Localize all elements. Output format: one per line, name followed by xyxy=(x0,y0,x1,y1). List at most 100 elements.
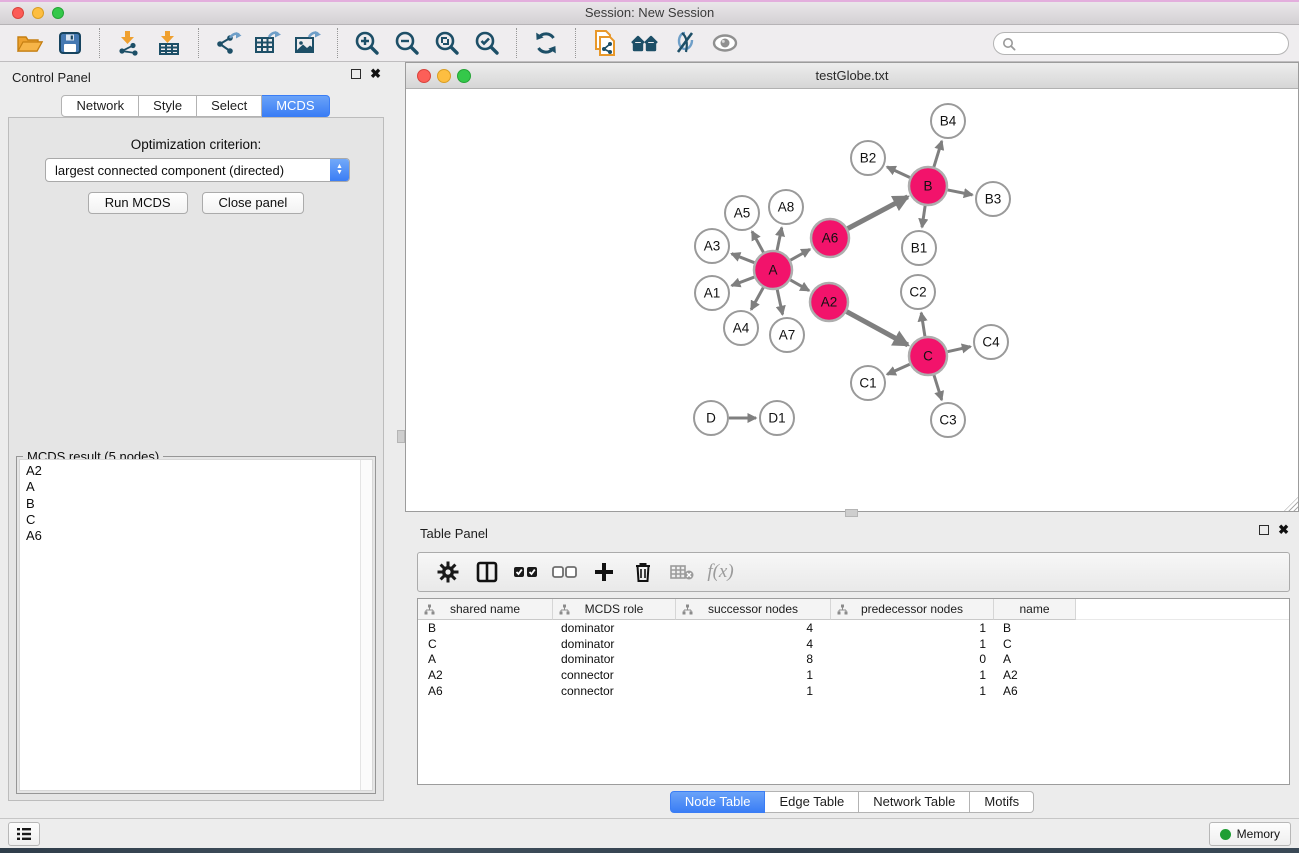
graph-edge-C-C3[interactable] xyxy=(934,375,942,400)
export-network-icon[interactable] xyxy=(208,27,248,59)
table-panel-title: Table Panel xyxy=(420,526,488,541)
refresh-icon[interactable] xyxy=(526,27,566,59)
table-cell: connector xyxy=(553,668,676,682)
column-header-predecessor-nodes[interactable]: predecessor nodes xyxy=(831,599,994,620)
float-panel-icon[interactable] xyxy=(351,69,361,79)
table-body: Bdominator41BCdominator41CAdominator80AA… xyxy=(418,620,1289,699)
network-canvas[interactable]: B4B2BB3A5A8A6A3B1AA1C2A2A4A7C4CC1C3DD1 xyxy=(406,89,1298,511)
graph-edge-C-C2[interactable] xyxy=(921,313,925,336)
eye-icon[interactable] xyxy=(705,27,745,59)
graph-edge-B-B1[interactable] xyxy=(922,206,925,227)
zoom-in-icon[interactable] xyxy=(347,27,387,59)
chevron-up-down-icon: ▲▼ xyxy=(330,159,349,181)
function-builder-icon[interactable]: f(x) xyxy=(701,555,740,589)
table-cell: dominator xyxy=(553,621,676,635)
tab-network[interactable]: Network xyxy=(61,95,139,117)
network-graph[interactable]: B4B2BB3A5A8A6A3B1AA1C2A2A4A7C4CC1C3DD1 xyxy=(406,89,1298,511)
graph-edge-C-C4[interactable] xyxy=(948,347,971,352)
graph-node-label: B2 xyxy=(860,151,877,166)
export-image-icon[interactable] xyxy=(288,27,328,59)
add-column-icon[interactable] xyxy=(584,555,623,589)
deselect-all-icon[interactable] xyxy=(545,555,584,589)
mcds-result-item[interactable]: C xyxy=(20,512,372,528)
zoom-selected-icon[interactable] xyxy=(467,27,507,59)
table-row[interactable]: Bdominator41B xyxy=(418,620,1289,636)
search-input[interactable] xyxy=(993,32,1289,55)
show-all-networks-icon[interactable] xyxy=(625,27,665,59)
graph-edge-A2-C[interactable] xyxy=(847,312,908,345)
tab-mcds[interactable]: MCDS xyxy=(262,95,329,117)
zoom-window-button[interactable] xyxy=(52,7,64,19)
close-panel-icon[interactable]: ✖ xyxy=(370,69,381,79)
close-window-button[interactable] xyxy=(12,7,24,19)
minimize-network-button[interactable] xyxy=(437,69,451,83)
network-window-titlebar[interactable]: testGlobe.txt xyxy=(406,63,1298,89)
column-header-name[interactable]: name xyxy=(994,599,1076,620)
mcds-result-list[interactable]: A2ABCA6 xyxy=(19,459,373,791)
table-row[interactable]: Cdominator41C xyxy=(418,636,1289,652)
tab-style[interactable]: Style xyxy=(139,95,197,117)
import-network-icon[interactable] xyxy=(109,27,149,59)
graph-edge-A-A3[interactable] xyxy=(732,254,755,263)
toolbar-separator xyxy=(516,28,517,58)
graph-edge-A-A4[interactable] xyxy=(751,288,763,310)
open-file-icon[interactable] xyxy=(10,27,50,59)
table-row[interactable]: A2connector11A2 xyxy=(418,667,1289,683)
graph-edge-B-B2[interactable] xyxy=(887,167,910,178)
clone-network-icon[interactable] xyxy=(585,27,625,59)
close-network-button[interactable] xyxy=(417,69,431,83)
scrollbar[interactable] xyxy=(360,460,372,790)
column-header-shared-name[interactable]: shared name xyxy=(418,599,553,620)
table-row[interactable]: A6connector11A6 xyxy=(418,683,1289,699)
graph-edge-B-B3[interactable] xyxy=(948,190,973,195)
criterion-select[interactable]: largest connected component (directed) ▲… xyxy=(45,158,350,182)
graph-edge-A-A8[interactable] xyxy=(777,228,782,251)
graph-edge-A-A7[interactable] xyxy=(777,290,782,315)
graph-edge-A-A6[interactable] xyxy=(790,249,810,260)
tab-motifs[interactable]: Motifs xyxy=(970,791,1034,813)
graph-node-label: A1 xyxy=(704,286,721,301)
tab-select[interactable]: Select xyxy=(197,95,262,117)
close-panel-icon[interactable]: ✖ xyxy=(1278,525,1289,535)
select-all-icon[interactable] xyxy=(506,555,545,589)
graph-edge-A-A2[interactable] xyxy=(790,280,809,291)
tab-node-table[interactable]: Node Table xyxy=(670,791,766,813)
float-panel-icon[interactable] xyxy=(1259,525,1269,535)
run-mcds-button[interactable]: Run MCDS xyxy=(88,192,188,214)
zoom-network-button[interactable] xyxy=(457,69,471,83)
graph-edge-C-C1[interactable] xyxy=(887,364,910,374)
import-table-icon[interactable] xyxy=(149,27,189,59)
graph-node-label: A8 xyxy=(778,200,795,215)
splitter-handle[interactable] xyxy=(845,509,858,517)
close-panel-button[interactable]: Close panel xyxy=(202,192,305,214)
mcds-result-item[interactable]: A xyxy=(20,479,372,495)
graph-edge-A6-B[interactable] xyxy=(848,197,908,229)
graph-node-label: A3 xyxy=(704,239,721,254)
task-history-button[interactable] xyxy=(8,822,40,846)
mcds-panel: Optimization criterion: largest connecte… xyxy=(8,117,384,801)
tab-network-table[interactable]: Network Table xyxy=(859,791,970,813)
zoom-fit-icon[interactable] xyxy=(427,27,467,59)
show-columns-icon[interactable] xyxy=(467,555,506,589)
zoom-out-icon[interactable] xyxy=(387,27,427,59)
graph-edge-B-B4[interactable] xyxy=(934,141,942,167)
minimize-window-button[interactable] xyxy=(32,7,44,19)
memory-button[interactable]: Memory xyxy=(1209,822,1291,846)
splitter-handle[interactable] xyxy=(397,430,405,443)
table-row[interactable]: Adominator80A xyxy=(418,652,1289,668)
column-header-successor-nodes[interactable]: successor nodes xyxy=(676,599,831,620)
node-table[interactable]: shared nameMCDS rolesuccessor nodesprede… xyxy=(417,598,1290,785)
mcds-result-item[interactable]: B xyxy=(20,496,372,512)
hide-graphics-details-icon[interactable] xyxy=(665,27,705,59)
mcds-result-item[interactable]: A2 xyxy=(20,463,372,479)
table-settings-gear-icon[interactable] xyxy=(428,555,467,589)
graph-edge-A-A5[interactable] xyxy=(752,231,763,252)
delete-column-icon[interactable] xyxy=(623,555,662,589)
save-session-icon[interactable] xyxy=(50,27,90,59)
graph-edge-A-A1[interactable] xyxy=(732,277,755,286)
tab-edge-table[interactable]: Edge Table xyxy=(765,791,859,813)
mcds-result-item[interactable]: A6 xyxy=(20,528,372,544)
column-header-MCDS-role[interactable]: MCDS role xyxy=(553,599,676,620)
delete-table-icon[interactable] xyxy=(662,555,701,589)
export-table-icon[interactable] xyxy=(248,27,288,59)
